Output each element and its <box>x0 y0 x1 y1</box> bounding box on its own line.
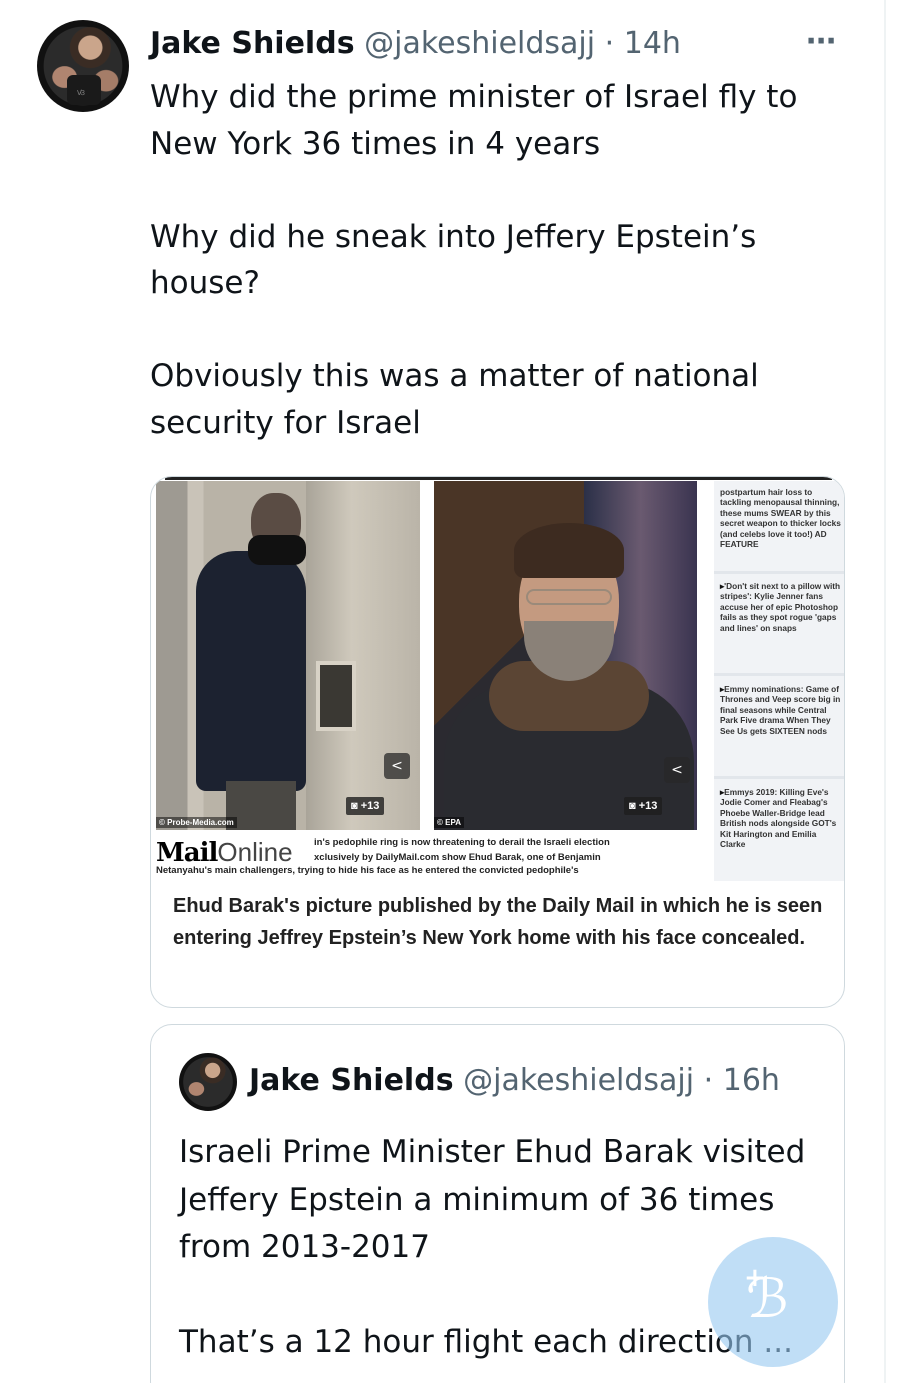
tweet-time[interactable]: 14h <box>624 26 681 61</box>
tweet-text: Why did the prime minister of Israel fly… <box>150 79 798 441</box>
sidebar-story[interactable]: ▸'Don't sit next to a pillow with stripe… <box>720 581 842 633</box>
quoted-author-avatar[interactable] <box>179 1053 237 1111</box>
author-name[interactable]: Jake Shields <box>150 26 355 61</box>
mailonline-logo: MailOnline <box>156 837 293 868</box>
quoted-separator: · <box>703 1063 714 1098</box>
article-caption: in's pedophile ring is now threatening t… <box>314 837 610 863</box>
camera-icon: ◙ <box>351 800 358 812</box>
photo-credit: © Probe-Media.com <box>156 817 237 828</box>
author-avatar[interactable]: ꟃ <box>37 20 129 112</box>
photo-masked-man[interactable]: < ◙ +13 © Probe-Media.com <box>156 481 420 830</box>
timeline-border <box>884 0 886 1383</box>
dailymail-sidebar: postpartum hair loss to tackling menopau… <box>714 481 844 881</box>
media-card[interactable]: < ◙ +13 © Probe-Media.com < ◙ +13 © EPA … <box>150 476 845 1008</box>
more-horizontal-icon[interactable]: ⋯ <box>806 24 836 60</box>
photo-count-badge[interactable]: ◙ +13 <box>624 797 663 815</box>
sidebar-story[interactable]: postpartum hair loss to tackling menopau… <box>720 487 842 549</box>
share-icon[interactable]: < <box>664 757 690 783</box>
article-caption-line: Netanyahu's main challengers, trying to … <box>156 865 579 876</box>
share-icon[interactable]: < <box>384 753 410 779</box>
quoted-author-handle[interactable]: @jakeshieldsajj <box>463 1063 694 1098</box>
compose-feather-icon: ℬ <box>746 1267 789 1330</box>
tweet-header: Jake Shields @jakeshieldsajj · 14h <box>150 24 681 64</box>
quoted-author-name[interactable]: Jake Shields <box>249 1063 454 1098</box>
compose-button[interactable]: + ℬ <box>708 1237 838 1367</box>
header-separator: · <box>604 26 615 61</box>
photo-credit: © EPA <box>434 817 464 828</box>
photo-count-badge[interactable]: ◙ +13 <box>346 797 385 815</box>
author-handle[interactable]: @jakeshieldsajj <box>364 26 595 61</box>
quoted-header: Jake Shields @jakeshieldsajj · 16h <box>249 1061 780 1101</box>
quoted-time[interactable]: 16h <box>723 1063 780 1098</box>
sidebar-story[interactable]: ▸Emmy nominations: Game of Thrones and V… <box>720 684 842 736</box>
media-caption: Ehud Barak's picture published by the Da… <box>173 895 823 949</box>
photo-ehud-barak[interactable]: < ◙ +13 © EPA <box>434 481 697 830</box>
sidebar-story[interactable]: ▸Emmys 2019: Killing Eve's Jodie Comer a… <box>720 787 842 849</box>
camera-icon: ◙ <box>629 800 636 812</box>
